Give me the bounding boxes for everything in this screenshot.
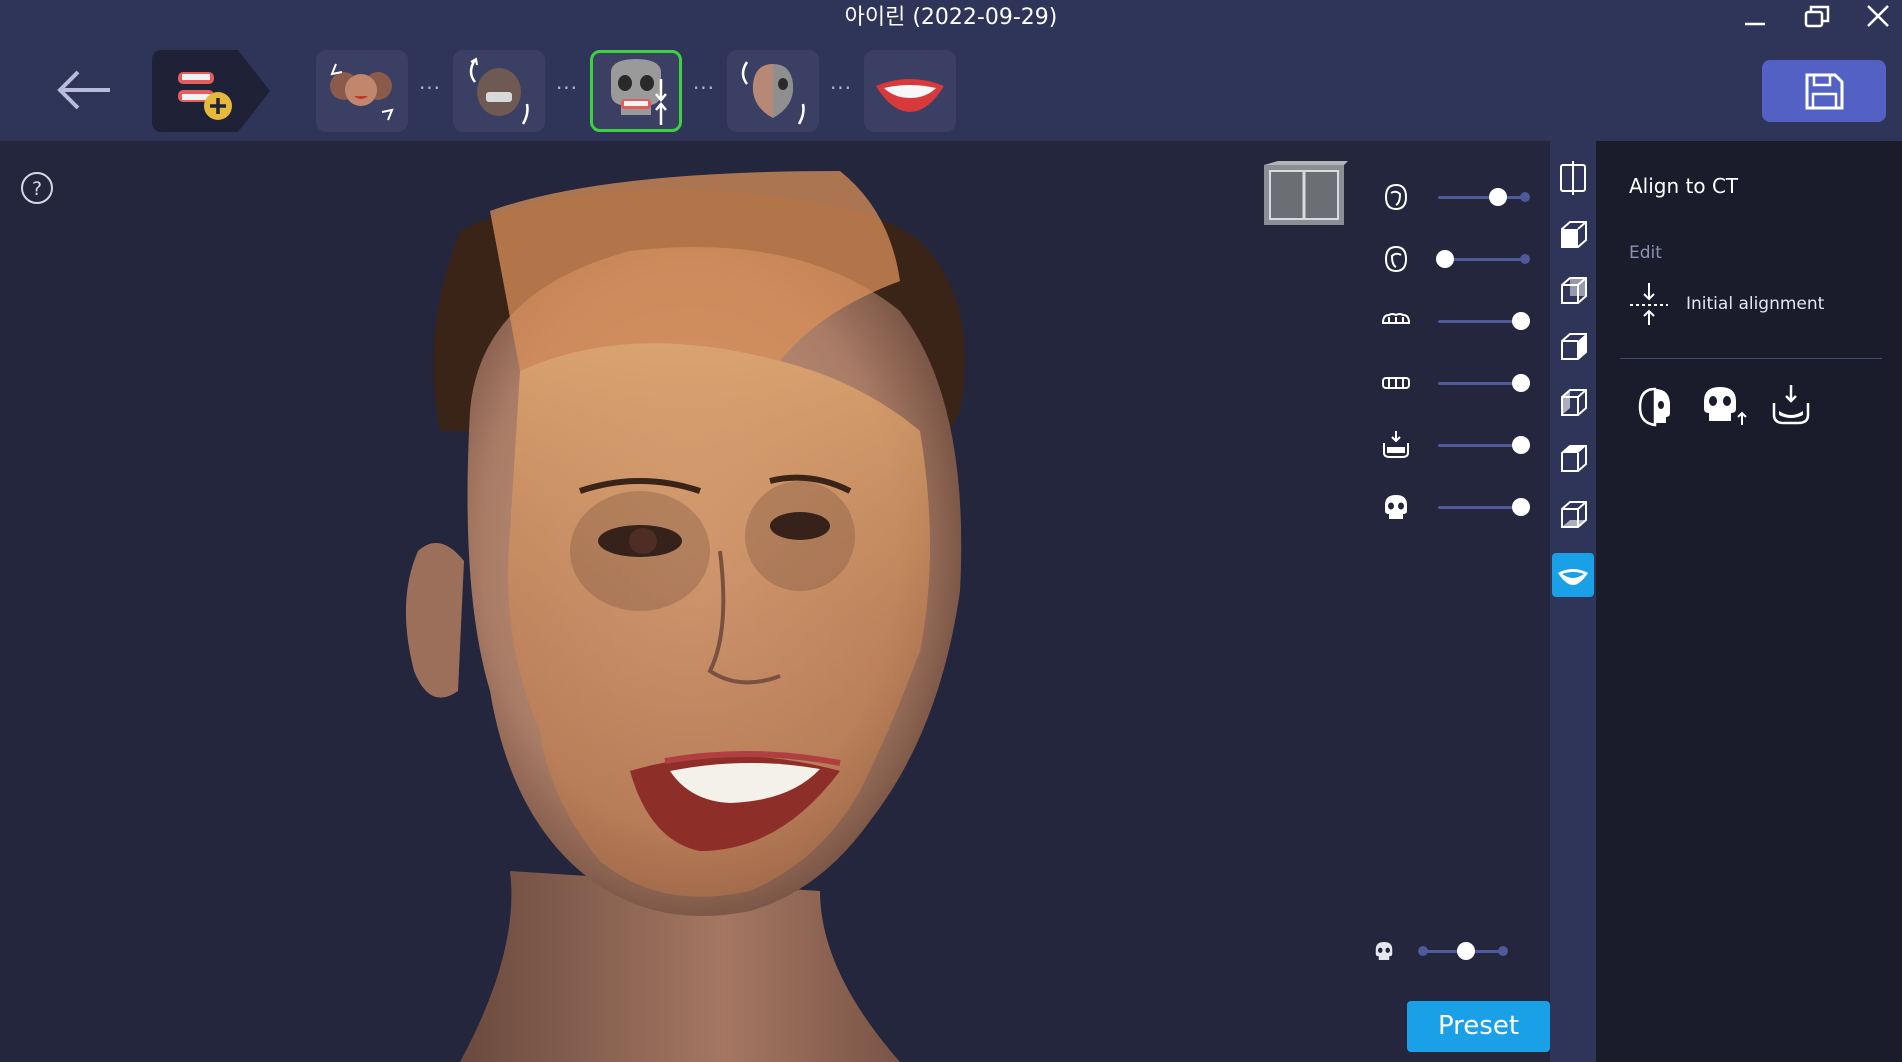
skull-slider-knob[interactable] <box>1512 498 1530 516</box>
side-panel: Align to CT Edit Initial alignment <box>1596 141 1902 1062</box>
view-right-button[interactable] <box>1552 381 1594 425</box>
skull-slider[interactable] <box>1380 487 1530 527</box>
view-back-cube-icon <box>1561 277 1587 304</box>
panel-title: Align to CT <box>1629 174 1739 198</box>
step-separator: ··· <box>555 76 579 100</box>
view-front-button[interactable] <box>1552 213 1594 257</box>
split-view-button[interactable] <box>1552 157 1594 201</box>
view-left-button[interactable] <box>1552 325 1594 369</box>
lips-button[interactable] <box>1552 553 1594 597</box>
view-toolbar <box>1550 141 1596 1062</box>
view-back-button[interactable] <box>1552 269 1594 313</box>
skull-icon <box>1385 495 1407 519</box>
face-skull-tool[interactable] <box>1630 381 1680 431</box>
svg-text:?: ? <box>32 178 42 200</box>
initial-alignment-icon <box>1630 283 1668 325</box>
face-front-icon <box>1384 183 1408 211</box>
lower-teeth-icon <box>1382 377 1410 389</box>
face-align-icon <box>330 63 394 121</box>
skull-align-icon <box>611 59 667 125</box>
upper-teeth-icon <box>1381 313 1411 324</box>
view-left-cube-icon <box>1561 333 1587 360</box>
lower-teeth-slider[interactable] <box>1380 363 1530 403</box>
view-cube[interactable] <box>1262 161 1348 229</box>
lower-jaw-slider[interactable] <box>1380 425 1530 465</box>
initial-alignment-button[interactable]: Initial alignment <box>1626 281 1886 327</box>
view-top-button[interactable] <box>1552 437 1594 481</box>
close-icon[interactable] <box>1858 0 1898 36</box>
split-view-icon <box>1560 161 1586 195</box>
skull-move-tool[interactable] <box>1698 381 1748 431</box>
dentition-add-icon <box>152 50 270 132</box>
upper-teeth-slider[interactable] <box>1380 301 1530 341</box>
jaw-align-tool[interactable] <box>1766 381 1816 431</box>
skull-small-icon <box>1375 942 1393 960</box>
preset-button[interactable]: Preset <box>1407 1001 1550 1052</box>
step-align-to-ct[interactable] <box>590 50 682 132</box>
skull-move-icon <box>1704 387 1747 425</box>
face-back-icon <box>1384 245 1408 273</box>
lower-jaw-icon <box>1383 431 1409 458</box>
upper-teeth-slider-knob[interactable] <box>1512 312 1530 330</box>
face-front-slider-knob[interactable] <box>1489 188 1507 206</box>
panel-divider <box>1620 358 1882 359</box>
lower-teeth-slider-knob[interactable] <box>1512 374 1530 392</box>
window-title: 아이린 (2022-09-29) <box>844 5 1058 30</box>
step-separator: ··· <box>418 76 442 100</box>
view-front-cube-icon <box>1561 221 1587 248</box>
lips-icon <box>1558 569 1588 585</box>
step-add-scan[interactable] <box>152 50 270 132</box>
initial-alignment-label: Initial alignment <box>1686 294 1825 314</box>
step-face-align[interactable] <box>316 50 408 132</box>
help-icon[interactable]: ? <box>20 171 54 205</box>
step-smile-design[interactable] <box>864 50 956 132</box>
3d-viewport[interactable]: ? Preset <box>0 141 1550 1062</box>
top-bar: 아이린 (2022-09-29) ··· ··· ··· ··· <box>0 0 1902 141</box>
view-top-cube-icon <box>1561 445 1587 472</box>
face-skull-merge-icon <box>741 61 805 125</box>
ct-opacity-slider[interactable] <box>1372 931 1512 971</box>
step-head-align[interactable] <box>453 50 545 132</box>
step-separator: ··· <box>692 76 716 100</box>
face-ct-3d-model[interactable] <box>400 171 1180 1062</box>
save-button[interactable] <box>1762 60 1886 122</box>
save-icon <box>1805 73 1844 110</box>
ct-opacity-slider-knob[interactable] <box>1457 942 1475 960</box>
minimize-icon[interactable] <box>1735 0 1775 36</box>
face-back-slider-knob[interactable] <box>1436 250 1454 268</box>
panel-section-label: Edit <box>1629 243 1662 263</box>
restore-icon[interactable] <box>1797 0 1837 36</box>
face-front-slider[interactable] <box>1380 177 1530 217</box>
jaw-align-icon <box>1772 385 1810 425</box>
view-bottom-button[interactable] <box>1552 493 1594 537</box>
view-right-cube-icon <box>1561 389 1587 416</box>
face-skull-icon <box>1638 387 1670 427</box>
step-separator: ··· <box>829 76 853 100</box>
head-align-icon <box>469 57 529 125</box>
smile-lips-icon <box>876 79 944 112</box>
face-back-slider[interactable] <box>1380 239 1530 279</box>
view-bottom-cube-icon <box>1561 501 1587 528</box>
back-arrow-icon[interactable] <box>52 60 118 120</box>
step-face-ct-merge[interactable] <box>727 50 819 132</box>
lower-jaw-slider-knob[interactable] <box>1512 436 1530 454</box>
